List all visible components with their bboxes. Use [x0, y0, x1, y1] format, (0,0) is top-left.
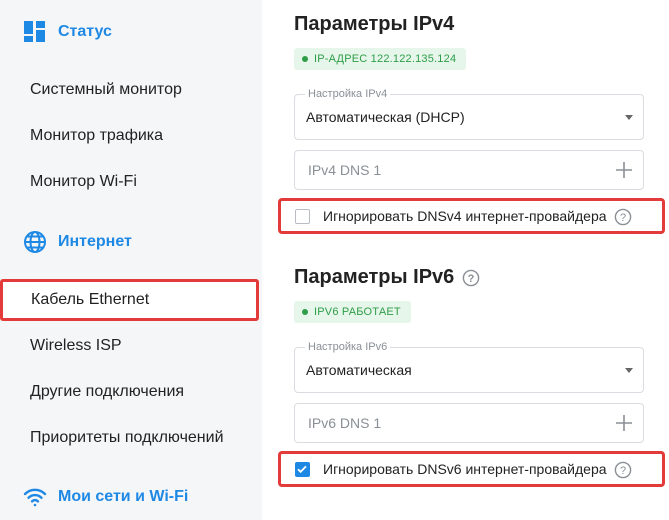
help-icon[interactable]: ? — [614, 461, 632, 479]
main-panel: Параметры IPv4 IP-АДРЕС 122.122.135.124 … — [262, 0, 669, 520]
ipv4-setting-select[interactable]: Настройка IPv4 Автоматическая (DHCP) — [294, 88, 644, 140]
sidebar-item-other-connections[interactable]: Другие подключения — [30, 381, 184, 403]
ipv6-title-text: Параметры IPv6 — [294, 266, 455, 288]
help-icon[interactable]: ? — [462, 269, 480, 287]
ipv6-section-title: Параметры IPv6 ? — [294, 266, 480, 289]
sidebar: Статус Системный монитор Монитор трафика… — [0, 0, 262, 520]
ipv4-ignore-dns-row: Игнорировать DNSv4 интернет-провайдера ? — [278, 198, 665, 234]
sidebar-item-label: Кабель Ethernet — [31, 291, 150, 308]
ipv4-badge-text: IP-АДРЕС 122.122.135.124 — [314, 53, 457, 65]
ipv6-ignore-dns-row: Игнорировать DNSv6 интернет-провайдера ? — [278, 451, 665, 487]
wifi-icon — [22, 484, 48, 510]
ipv4-dns-input[interactable]: IPv4 DNS 1 — [294, 150, 644, 190]
sidebar-item-wifi-monitor[interactable]: Монитор Wi-Fi — [30, 171, 137, 193]
sidebar-item-wireless-isp[interactable]: Wireless ISP — [30, 335, 122, 357]
ipv4-ignore-dns-label[interactable]: Игнорировать DNSv4 интернет-провайдера — [323, 208, 607, 224]
ipv6-dns-placeholder: IPv6 DNS 1 — [308, 415, 382, 431]
ipv4-section-title: Параметры IPv4 — [294, 13, 454, 36]
checkmark-icon — [297, 465, 307, 474]
ipv4-status-badge: IP-АДРЕС 122.122.135.124 — [294, 48, 467, 70]
svg-text:?: ? — [620, 212, 626, 224]
ipv4-ignore-dns-checkbox[interactable] — [295, 209, 310, 224]
plus-icon[interactable] — [615, 414, 633, 432]
ipv4-title-text: Параметры IPv4 — [294, 13, 455, 35]
ipv6-status-badge: IPV6 РАБОТАЕТ — [294, 301, 411, 323]
ipv4-dns-placeholder: IPv4 DNS 1 — [308, 162, 382, 178]
ipv6-dns-input[interactable]: IPv6 DNS 1 — [294, 403, 644, 443]
plus-icon[interactable] — [615, 161, 633, 179]
sidebar-section-status[interactable]: Статус — [22, 17, 112, 47]
sidebar-item-system-monitor[interactable]: Системный монитор — [30, 79, 182, 101]
sidebar-item-ethernet-cable[interactable]: Кабель Ethernet — [0, 279, 259, 321]
sidebar-section-internet[interactable]: Интернет — [22, 227, 132, 257]
status-dot-icon — [302, 56, 308, 62]
ipv4-setting-label: Настройка IPv4 — [305, 88, 391, 100]
sidebar-item-traffic-monitor[interactable]: Монитор трафика — [30, 125, 163, 147]
dropdown-arrow-icon — [625, 115, 633, 120]
ipv6-ignore-dns-label[interactable]: Игнорировать DNSv6 интернет-провайдера — [323, 461, 607, 477]
sidebar-section-wifi[interactable]: Мои сети и Wi-Fi — [22, 482, 188, 512]
ipv6-setting-select[interactable]: Настройка IPv6 Автоматическая — [294, 341, 644, 393]
sidebar-section-label: Мои сети и Wi-Fi — [58, 488, 189, 505]
sidebar-item-connection-priorities[interactable]: Приоритеты подключений — [30, 427, 224, 449]
sidebar-section-label: Статус — [58, 23, 112, 40]
sidebar-section-label: Интернет — [58, 233, 132, 250]
help-icon[interactable]: ? — [614, 208, 632, 226]
ipv6-setting-value: Автоматическая — [306, 362, 412, 378]
status-dot-icon — [302, 309, 308, 315]
svg-text:?: ? — [468, 273, 475, 285]
ipv6-badge-text: IPV6 РАБОТАЕТ — [314, 306, 401, 318]
ipv6-ignore-dns-checkbox[interactable] — [295, 462, 310, 477]
dashboard-icon — [22, 19, 48, 45]
ipv4-setting-value: Автоматическая (DHCP) — [306, 109, 465, 125]
globe-icon — [22, 229, 48, 255]
svg-text:?: ? — [620, 465, 626, 477]
dropdown-arrow-icon — [625, 368, 633, 373]
ipv6-setting-label: Настройка IPv6 — [305, 341, 391, 353]
